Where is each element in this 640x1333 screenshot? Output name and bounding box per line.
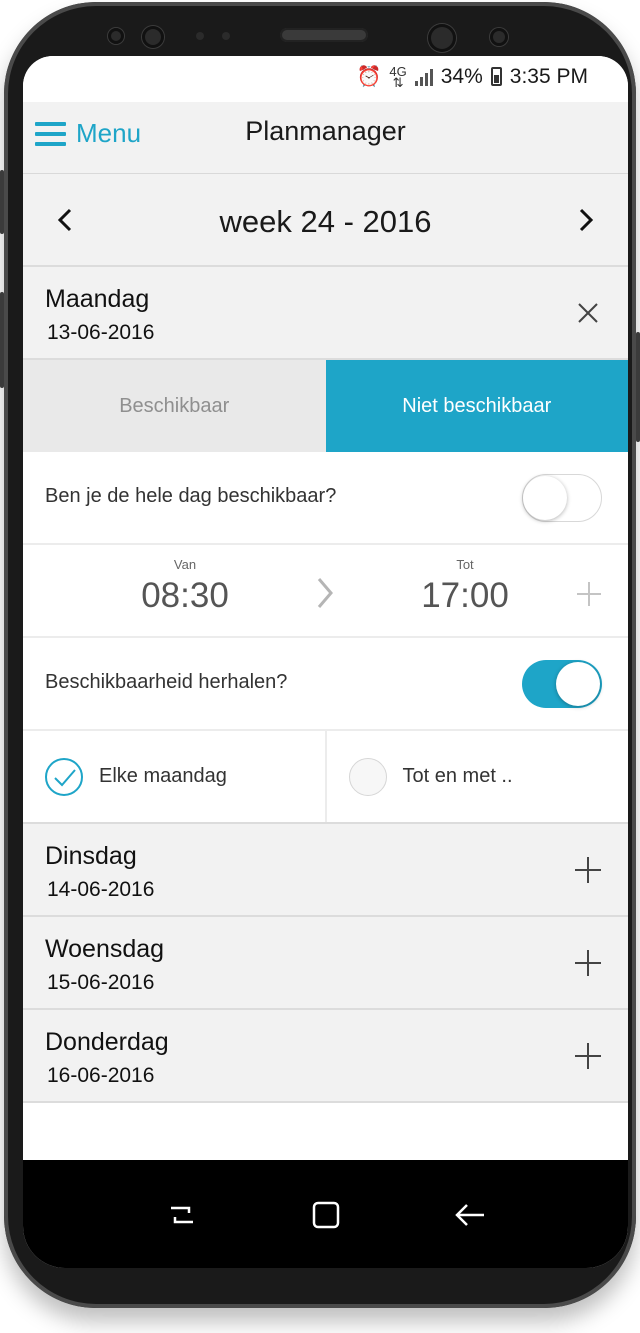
data-arrows-icon: 4G ⇅ <box>389 63 407 90</box>
plus-icon <box>575 1043 601 1069</box>
status-icons: ⏰ 4G ⇅ 34% 3:35 PM <box>357 64 589 89</box>
day-row[interactable]: Dinsdag 14-06-2016 <box>23 824 628 917</box>
battery-icon <box>490 67 502 86</box>
day-row[interactable]: Donderdag 16-06-2016 <box>23 1010 628 1103</box>
earpiece-speaker <box>280 28 368 42</box>
radio-unchecked[interactable] <box>348 758 387 796</box>
checkmark-icon <box>54 769 76 787</box>
screen: ⏰ 4G ⇅ 34% 3:35 PM Menu Planmanager week… <box>23 56 628 1268</box>
status-time: 3:35 PM <box>509 64 588 88</box>
close-icon <box>578 303 598 323</box>
whole-day-toggle[interactable] <box>522 474 602 522</box>
plus-icon <box>575 857 601 883</box>
proximity-sensor-icon <box>108 28 124 44</box>
day-row-expanded: Maandag 13-06-2016 <box>23 267 628 360</box>
plus-icon <box>575 950 601 976</box>
add-day-button[interactable] <box>572 1040 604 1072</box>
home-button[interactable] <box>309 1198 343 1232</box>
power-button <box>636 332 640 442</box>
add-day-button[interactable] <box>572 854 604 886</box>
day-name: Donderdag <box>45 1028 169 1056</box>
time-from-caption: Van <box>173 557 197 572</box>
volume-button <box>0 170 4 234</box>
time-to-caption: Tot <box>456 557 474 572</box>
day-name: Maandag <box>45 285 150 313</box>
repeat-until-label: Tot en met .. <box>402 765 513 787</box>
day-name: Woensdag <box>45 935 165 963</box>
whole-day-label: Ben je de hele dag beschikbaar? <box>45 485 337 507</box>
time-from: Van 08:30 <box>115 557 255 616</box>
bixby-button <box>0 292 4 388</box>
week-title: week 24 - 2016 <box>219 204 432 239</box>
iris-sensor-icon <box>142 26 164 48</box>
status-bar: ⏰ 4G ⇅ 34% 3:35 PM <box>23 56 628 102</box>
page-title: Planmanager <box>245 116 406 146</box>
home-icon <box>312 1201 339 1229</box>
chevron-right-icon <box>317 578 333 608</box>
back-button[interactable] <box>453 1198 487 1232</box>
toggle-knob <box>523 476 567 520</box>
day-row[interactable]: Woensdag 15-06-2016 <box>23 917 628 1010</box>
chevron-right-icon <box>579 208 594 232</box>
week-navigator: week 24 - 2016 <box>23 174 628 267</box>
day-date: 16-06-2016 <box>47 1064 155 1087</box>
battery-percent: 34% <box>440 64 483 88</box>
day-name: Dinsdag <box>45 842 137 870</box>
repeat-until-option[interactable]: Tot en met .. <box>324 731 629 822</box>
recent-apps-button[interactable] <box>165 1198 199 1232</box>
next-week-button[interactable] <box>576 208 596 232</box>
repeat-label: Beschikbaarheid herhalen? <box>45 671 288 693</box>
add-day-button[interactable] <box>572 947 604 979</box>
repeat-row: Beschikbaarheid herhalen? <box>23 638 628 731</box>
whole-day-row: Ben je de hele dag beschikbaar? <box>23 452 628 545</box>
repeat-every-label: Elke maandag <box>99 765 227 787</box>
toggle-knob <box>556 662 600 706</box>
radio-checked[interactable] <box>45 758 83 796</box>
time-range-row: Van 08:30 Tot 17:00 <box>23 545 628 638</box>
close-day-button[interactable] <box>572 297 604 329</box>
time-from-value[interactable]: 08:30 <box>115 576 255 616</box>
indicator-dot-icon <box>222 32 230 40</box>
time-to: Tot 17:00 <box>395 557 535 616</box>
front-sensors <box>4 16 636 60</box>
iris-camera-icon <box>490 28 508 46</box>
add-time-range-button[interactable] <box>576 581 602 607</box>
availability-segmented-control: Beschikbaar Niet beschikbaar <box>23 360 628 452</box>
app-header: Menu Planmanager <box>23 102 628 174</box>
front-camera-icon <box>428 24 456 52</box>
time-to-value[interactable]: 17:00 <box>395 576 535 616</box>
indicator-dot-icon <box>196 32 204 40</box>
repeat-options: Elke maandag Tot en met .. <box>23 731 628 824</box>
day-date: 15-06-2016 <box>47 971 155 994</box>
recent-apps-icon <box>170 1206 193 1224</box>
android-navigation-bar <box>23 1160 628 1268</box>
repeat-toggle[interactable] <box>522 660 602 708</box>
alarm-icon: ⏰ <box>356 66 382 88</box>
unavailable-segment[interactable]: Niet beschikbaar <box>325 360 628 452</box>
phone-frame: ⏰ 4G ⇅ 34% 3:35 PM Menu Planmanager week… <box>0 2 640 1308</box>
day-date: 14-06-2016 <box>47 878 155 901</box>
day-date: 13-06-2016 <box>47 321 155 344</box>
repeat-every-option[interactable]: Elke maandag <box>23 731 325 822</box>
signal-icon <box>414 68 433 86</box>
back-arrow-icon <box>454 1204 484 1226</box>
available-segment[interactable]: Beschikbaar <box>23 360 326 452</box>
